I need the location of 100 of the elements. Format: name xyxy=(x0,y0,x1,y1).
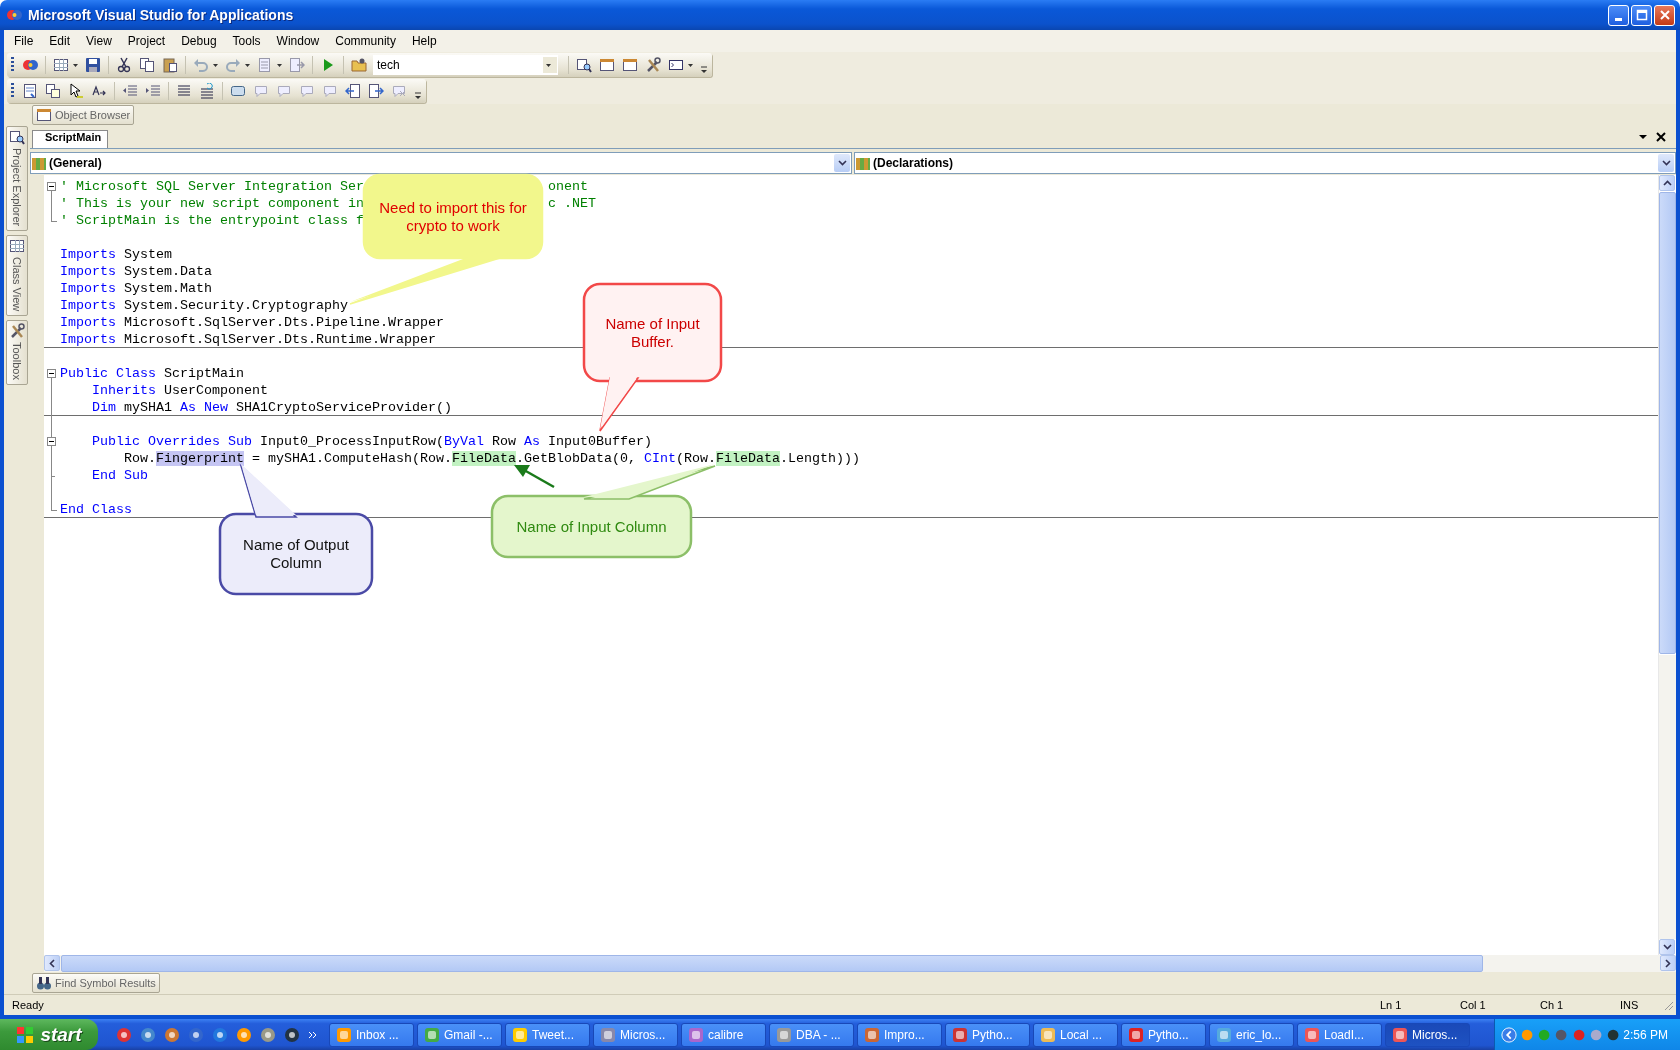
folder-icon[interactable] xyxy=(351,57,367,73)
app-icon xyxy=(1304,1026,1320,1043)
app-icon[interactable] xyxy=(284,1026,300,1043)
app-icon[interactable] xyxy=(260,1026,276,1043)
cut-icon[interactable] xyxy=(116,57,132,73)
browser-icon xyxy=(36,107,52,123)
code-line: End Sub xyxy=(91,467,148,484)
scroll-down-button[interactable] xyxy=(1659,939,1675,955)
chevron-down-icon xyxy=(1661,160,1671,166)
document-arrow-icon[interactable] xyxy=(345,83,361,99)
taskbar-button[interactable]: eric_lo... xyxy=(1209,1022,1294,1047)
menu-item[interactable]: View xyxy=(78,32,120,50)
taskbar-button[interactable]: Gmail -... xyxy=(417,1022,502,1047)
save-icon[interactable] xyxy=(85,57,101,73)
document-tab[interactable]: ScriptMain xyxy=(32,130,109,148)
menu-item[interactable]: Community xyxy=(327,32,404,50)
minimize-button[interactable] xyxy=(1608,4,1629,26)
windows-flag-icon xyxy=(16,1025,35,1044)
code-line: Dim mySHA1 As New SHA1CryptoServiceProvider() xyxy=(91,398,452,416)
taskbar-button[interactable]: Inbox ... xyxy=(329,1022,414,1047)
lines-icon[interactable] xyxy=(176,83,192,99)
overflow-icon[interactable] xyxy=(414,90,422,100)
menu-item[interactable]: Debug xyxy=(173,32,225,50)
scrollbar-thumb[interactable] xyxy=(1659,192,1676,654)
document-icon[interactable] xyxy=(22,83,38,99)
grid-icon[interactable] xyxy=(53,57,69,73)
app-icon[interactable] xyxy=(140,1026,156,1043)
code-dropdown[interactable]: (General) xyxy=(30,152,852,174)
bookmark-icon[interactable] xyxy=(230,83,246,99)
indent-icon[interactable] xyxy=(145,83,161,99)
lines-icon[interactable] xyxy=(199,83,215,99)
app-icon[interactable] xyxy=(236,1026,252,1043)
tool-window-tab[interactable]: Toolbox xyxy=(6,320,28,386)
tool-window-tab[interactable]: Find Symbol Results xyxy=(32,973,160,993)
documents-icon[interactable] xyxy=(45,83,61,99)
overflow-icon[interactable] xyxy=(308,1030,317,1039)
arrow xyxy=(514,465,555,489)
code-dropdown[interactable]: (Declarations) xyxy=(854,152,1676,174)
resize-grip-icon[interactable] xyxy=(1662,999,1674,1011)
copy-icon[interactable] xyxy=(139,57,155,73)
menu-item[interactable]: Edit xyxy=(41,32,79,50)
taskbar-button[interactable]: Impro... xyxy=(857,1022,942,1047)
caret-icon[interactable] xyxy=(73,63,78,67)
close-icon[interactable] xyxy=(1656,132,1666,142)
taskbar-button[interactable]: Micros... xyxy=(1385,1022,1470,1047)
scroll-left-button[interactable] xyxy=(44,955,60,971)
caret-icon[interactable] xyxy=(688,63,693,67)
dropdown-icon[interactable] xyxy=(1638,132,1648,142)
taskbar-button[interactable]: Pytho... xyxy=(1121,1022,1206,1047)
caret-icon[interactable] xyxy=(277,63,282,67)
taskbar-button[interactable]: calibre xyxy=(681,1022,766,1047)
app-icon[interactable] xyxy=(116,1026,132,1043)
taskbar-button[interactable]: DBA - ... xyxy=(769,1022,854,1047)
maximize-button[interactable] xyxy=(1631,4,1652,26)
app-icon[interactable] xyxy=(212,1026,228,1043)
scroll-right-button[interactable] xyxy=(1660,955,1676,971)
logo-icon xyxy=(6,7,22,23)
outdent-icon[interactable] xyxy=(122,83,138,99)
window-icon[interactable] xyxy=(599,57,615,73)
taskbar-button[interactable]: Micros... xyxy=(593,1022,678,1047)
menu-item[interactable]: Project xyxy=(119,32,174,50)
collapse-button[interactable] xyxy=(47,369,56,378)
code-line: ' Microsoft SQL Server Integration Ser xyxy=(60,178,364,195)
close-button[interactable] xyxy=(1654,4,1675,26)
document-arrow-icon[interactable] xyxy=(368,83,384,99)
taskbar-button[interactable]: Tweet... xyxy=(505,1022,590,1047)
menu-item[interactable]: File xyxy=(6,32,42,50)
collapse-button[interactable] xyxy=(47,437,56,446)
window-icon[interactable] xyxy=(622,57,638,73)
logo-icon[interactable] xyxy=(22,57,38,73)
caret-icon[interactable] xyxy=(213,63,218,67)
tool-window-tab[interactable]: Project Explorer xyxy=(6,126,28,232)
overflow-icon[interactable] xyxy=(700,64,708,74)
configuration-dropdown[interactable]: tech xyxy=(373,55,558,75)
app-icon xyxy=(1216,1026,1232,1043)
start-button[interactable]: start xyxy=(0,1019,98,1050)
app-icon[interactable] xyxy=(188,1026,204,1043)
tool-window-tab[interactable]: Object Browser xyxy=(32,105,135,125)
scrollbar[interactable] xyxy=(1658,175,1676,955)
paste-icon[interactable] xyxy=(162,57,178,73)
code-line: Row.Fingerprint = mySHA1.ComputeHash(Row.FileData.GetBlobData(0, CInt(Row.FileData.Length))) xyxy=(123,450,860,467)
console-icon[interactable] xyxy=(668,57,684,73)
caret-icon[interactable] xyxy=(245,63,250,67)
search-icon[interactable] xyxy=(576,57,592,73)
books-icon xyxy=(855,155,871,171)
menu-item[interactable]: Tools xyxy=(224,32,269,50)
menu-item[interactable]: Help xyxy=(403,32,445,50)
taskbar-button[interactable]: LoadI... xyxy=(1297,1022,1382,1047)
cursor-icon[interactable] xyxy=(68,83,84,99)
chevron-left-icon[interactable] xyxy=(1501,1025,1517,1044)
tools-icon[interactable] xyxy=(645,57,661,73)
tool-window-tab[interactable]: Class View xyxy=(6,235,28,317)
code-line: Imports Microsoft.SqlServer.Dts.Pipeline.Wrapper xyxy=(60,314,444,331)
menu-item[interactable]: Window xyxy=(268,32,328,50)
scroll-up-button[interactable] xyxy=(1659,175,1675,191)
app-icon[interactable] xyxy=(164,1026,180,1043)
collapse-button[interactable] xyxy=(47,182,56,191)
app-icon xyxy=(424,1026,440,1043)
taskbar-button[interactable]: Pytho... xyxy=(945,1022,1030,1047)
taskbar-button[interactable]: Local ... xyxy=(1033,1022,1118,1047)
